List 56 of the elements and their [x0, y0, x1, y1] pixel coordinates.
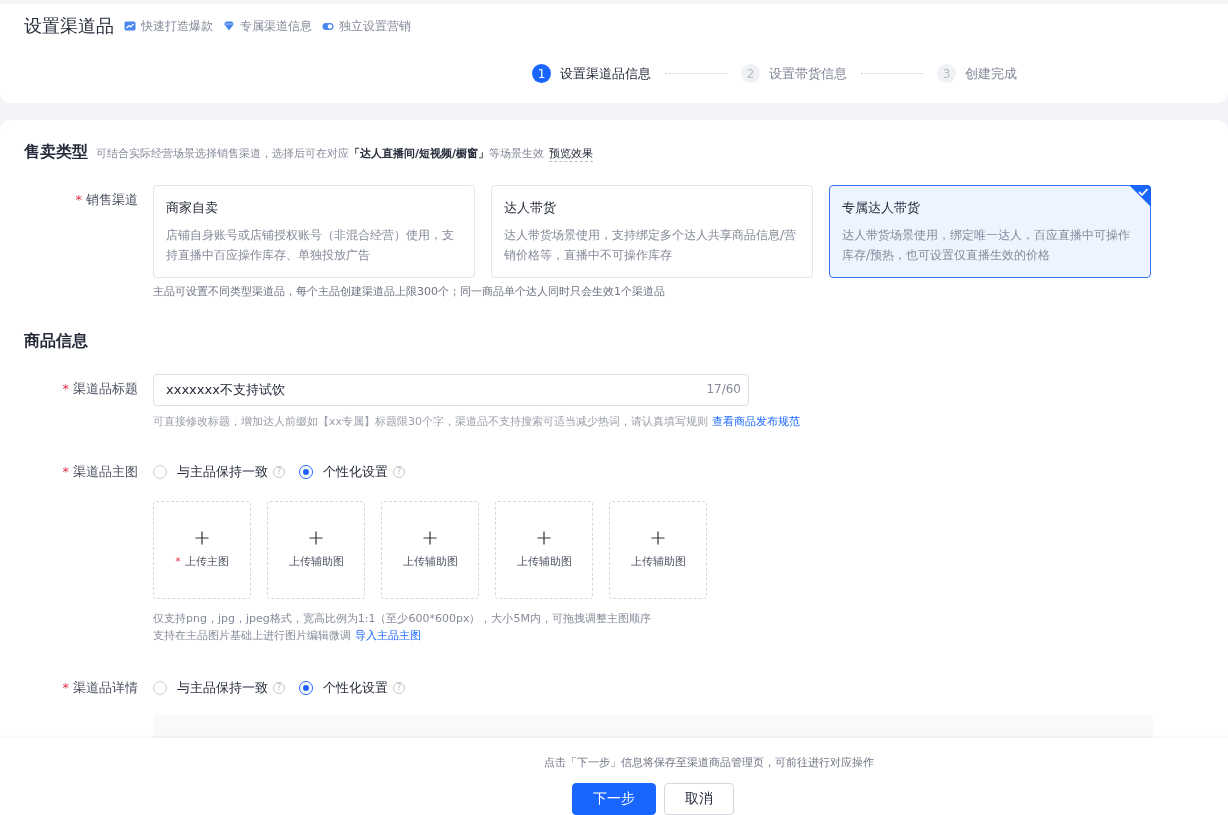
- next-button[interactable]: 下一步: [572, 783, 656, 815]
- step: 1 设置渠道品信息: [532, 64, 651, 83]
- section-hint: 可结合实际经营场景选择销售渠道，选择后可在对应「达人直播间/短视频/橱窗」等场景生效: [96, 146, 545, 161]
- plus-icon: [423, 531, 437, 545]
- channel-option[interactable]: 达人带货 达人带货场景使用，支持绑定多个达人共享商品信息/营销价格等，直播中不可操作库存: [491, 185, 813, 278]
- upload-slot[interactable]: 上传辅助图: [381, 501, 479, 599]
- plus-icon: [309, 531, 323, 545]
- section-title: 售卖类型: [24, 142, 88, 163]
- field-hint: 可直接修改标题，增加达人前缀如【xx专属】标题限30个字，渠道品不支持搜索可适当减少热词，请认真填写规则: [153, 415, 709, 428]
- radio-label[interactable]: 与主品保持一致: [177, 679, 268, 697]
- upload-label: 上传辅助图: [630, 555, 686, 568]
- field-label: * 渠道品详情: [62, 680, 138, 695]
- step: 3 创建完成: [937, 64, 1017, 83]
- radio-label[interactable]: 个性化设置: [323, 463, 388, 481]
- feature-label: 快速打造爆款: [141, 17, 213, 35]
- preview-link[interactable]: 预览效果: [549, 146, 594, 162]
- upload-slot[interactable]: 上传辅助图: [609, 501, 707, 599]
- field-label: * 渠道品标题: [62, 381, 138, 396]
- check-icon: [1129, 185, 1151, 207]
- image-hint: 仅支持png，jpg，jpeg格式，宽高比例为1:1（至少600*600px），大小5M内，可拖拽调整主图顺序: [153, 611, 652, 626]
- feature-label: 独立设置营销: [339, 17, 411, 35]
- required-mark: *: [75, 192, 82, 207]
- required-mark: *: [62, 381, 69, 396]
- upload-slot[interactable]: * 上传主图: [153, 501, 251, 599]
- char-counter: 17/60: [706, 382, 741, 396]
- upload-slot[interactable]: 上传辅助图: [267, 501, 365, 599]
- plus-icon: [195, 531, 209, 545]
- cancel-button[interactable]: 取消: [664, 783, 734, 815]
- upload-label: 上传主图: [184, 555, 229, 568]
- diamond-icon: [223, 20, 235, 32]
- upload-label: 上传辅助图: [402, 555, 458, 568]
- required-mark: *: [62, 680, 69, 695]
- channel-option[interactable]: 商家自卖 店铺自身账号或店铺授权账号（非混合经营）使用，支持直播中百应操作库存、单独投放广告: [153, 185, 475, 278]
- footer-note: 点击「下一步」信息将保存至渠道商品管理页，可前往进行对应操作: [543, 755, 874, 770]
- toggle-icon: [322, 20, 334, 32]
- upload-label: 上传辅助图: [288, 555, 344, 568]
- page-title: 设置渠道品: [24, 14, 114, 38]
- radio-label[interactable]: 个性化设置: [323, 679, 388, 697]
- plus-icon: [537, 531, 551, 545]
- section-title: 商品信息: [24, 331, 88, 352]
- plus-icon: [651, 531, 665, 545]
- step: 2 设置带货信息: [741, 64, 847, 83]
- field-label: * 渠道品主图: [62, 464, 138, 479]
- import-link[interactable]: 导入主品主图: [354, 629, 421, 642]
- channel-option[interactable]: 专属达人带货 达人带货场景使用，绑定唯一达人，百应直播中可操作库存/预热，也可设置仅直播生效的价格: [829, 185, 1151, 278]
- rules-link[interactable]: 查看商品发布规范: [711, 415, 800, 428]
- feature-label: 专属渠道信息: [240, 17, 312, 35]
- upload-label: 上传辅助图: [516, 555, 572, 568]
- upload-slot[interactable]: 上传辅助图: [495, 501, 593, 599]
- required-mark: *: [62, 464, 69, 479]
- chart-icon: [124, 20, 136, 32]
- required-mark: *: [175, 555, 181, 568]
- image-hint: 支持在主品图片基础上进行图片编辑微调: [153, 629, 351, 642]
- channel-note: 主品可设置不同类型渠道品，每个主品创建渠道品上限300个；同一商品单个达人同时只会生效1个渠道品: [153, 284, 666, 299]
- field-label: * 销售渠道: [75, 192, 138, 207]
- radio-label[interactable]: 与主品保持一致: [177, 463, 268, 481]
